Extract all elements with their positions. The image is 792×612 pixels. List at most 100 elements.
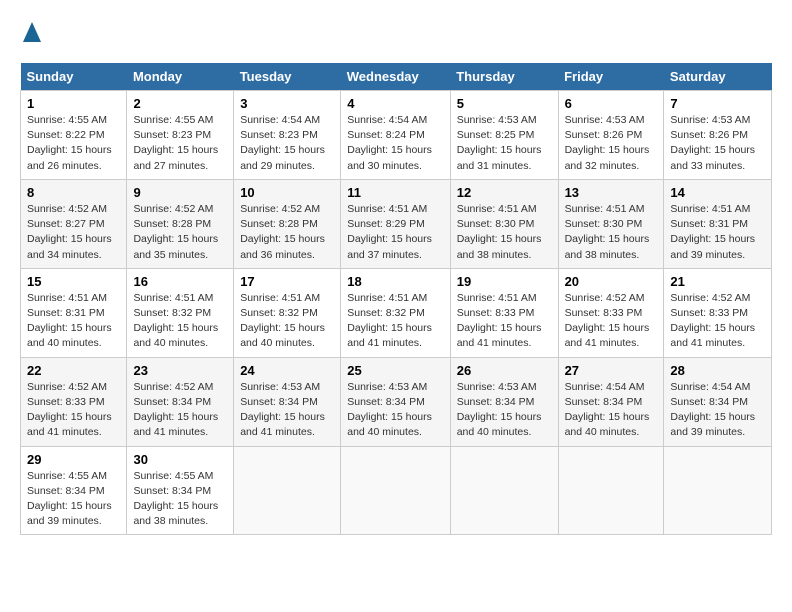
day-number: 7 [670,96,765,111]
day-number: 28 [670,363,765,378]
day-number: 6 [565,96,658,111]
calendar-cell: 22 Sunrise: 4:52 AMSunset: 8:33 PMDayligh… [21,357,127,446]
day-info: Sunrise: 4:51 AMSunset: 8:30 PMDaylight:… [565,202,658,263]
calendar-cell: 9Sunrise: 4:52 AMSunset: 8:28 PMDaylight… [127,179,234,268]
calendar-cell: 21Sunrise: 4:52 AMSunset: 8:33 PMDayligh… [664,268,772,357]
calendar-cell: 2 Sunrise: 4:55 AMSunset: 8:23 PMDaylight… [127,91,234,180]
calendar-cell [450,446,558,535]
day-number: 8 [27,185,120,200]
calendar-cell: 14 Sunrise: 4:51 AMSunset: 8:31 PMDayligh… [664,179,772,268]
day-number: 17 [240,274,334,289]
day-number: 11 [347,185,443,200]
calendar-cell: 6Sunrise: 4:53 AMSunset: 8:26 PMDaylight… [558,91,664,180]
day-number: 20 [565,274,658,289]
calendar-cell: 15Sunrise: 4:51 AMSunset: 8:31 PMDayligh… [21,268,127,357]
day-info: Sunrise: 4:53 AMSunset: 8:34 PMDaylight:… [347,380,443,441]
calendar-week-row: 22 Sunrise: 4:52 AMSunset: 8:33 PMDayligh… [21,357,772,446]
day-info: Sunrise: 4:54 AMSunset: 8:23 PMDaylight:… [240,113,334,174]
day-number: 29 [27,452,120,467]
calendar-cell: 30Sunrise: 4:55 AMSunset: 8:34 PMDayligh… [127,446,234,535]
calendar-cell [664,446,772,535]
day-info: Sunrise: 4:53 AMSunset: 8:26 PMDaylight:… [670,113,765,174]
calendar-cell: 24 Sunrise: 4:53 AMSunset: 8:34 PMDayligh… [234,357,341,446]
day-of-week-monday: Monday [127,63,234,91]
day-info: Sunrise: 4:52 AMSunset: 8:34 PMDaylight:… [133,380,227,441]
day-number: 21 [670,274,765,289]
calendar-table: SundayMondayTuesdayWednesdayThursdayFrid… [20,63,772,535]
day-number: 16 [133,274,227,289]
calendar-cell: 18 Sunrise: 4:51 AMSunset: 8:32 PMDayligh… [341,268,450,357]
calendar-week-row: 8 Sunrise: 4:52 AMSunset: 8:27 PMDaylight… [21,179,772,268]
day-info: Sunrise: 4:53 AMSunset: 8:25 PMDaylight:… [457,113,552,174]
calendar-cell: 7 Sunrise: 4:53 AMSunset: 8:26 PMDaylight… [664,91,772,180]
day-number: 18 [347,274,443,289]
day-number: 14 [670,185,765,200]
day-number: 24 [240,363,334,378]
day-info: Sunrise: 4:54 AMSunset: 8:34 PMDaylight:… [670,380,765,441]
calendar-cell: 27 Sunrise: 4:54 AMSunset: 8:34 PMDayligh… [558,357,664,446]
calendar-cell: 23 Sunrise: 4:52 AMSunset: 8:34 PMDayligh… [127,357,234,446]
day-info: Sunrise: 4:55 AMSunset: 8:22 PMDaylight:… [27,113,120,174]
day-info: Sunrise: 4:51 AMSunset: 8:29 PMDaylight:… [347,202,443,263]
day-number: 26 [457,363,552,378]
calendar-cell: 20 Sunrise: 4:52 AMSunset: 8:33 PMDayligh… [558,268,664,357]
day-number: 30 [133,452,227,467]
calendar-cell: 10 Sunrise: 4:52 AMSunset: 8:28 PMDayligh… [234,179,341,268]
day-info: Sunrise: 4:52 AMSunset: 8:27 PMDaylight:… [27,202,120,263]
day-info: Sunrise: 4:51 AMSunset: 8:33 PMDaylight:… [457,291,552,352]
calendar-cell: 28 Sunrise: 4:54 AMSunset: 8:34 PMDayligh… [664,357,772,446]
day-info: Sunrise: 4:51 AMSunset: 8:32 PMDaylight:… [240,291,334,352]
day-info: Sunrise: 4:55 AMSunset: 8:23 PMDaylight:… [133,113,227,174]
day-of-week-sunday: Sunday [21,63,127,91]
day-info: Sunrise: 4:54 AMSunset: 8:24 PMDaylight:… [347,113,443,174]
calendar-cell: 5 Sunrise: 4:53 AMSunset: 8:25 PMDaylight… [450,91,558,180]
calendar-week-row: 1 Sunrise: 4:55 AMSunset: 8:22 PMDaylight… [21,91,772,180]
calendar-cell: 26 Sunrise: 4:53 AMSunset: 8:34 PMDayligh… [450,357,558,446]
calendar-cell: 25Sunrise: 4:53 AMSunset: 8:34 PMDayligh… [341,357,450,446]
day-number: 9 [133,185,227,200]
day-of-week-saturday: Saturday [664,63,772,91]
calendar-cell: 29Sunrise: 4:55 AMSunset: 8:34 PMDayligh… [21,446,127,535]
day-number: 23 [133,363,227,378]
day-info: Sunrise: 4:51 AMSunset: 8:32 PMDaylight:… [347,291,443,352]
day-info: Sunrise: 4:51 AMSunset: 8:31 PMDaylight:… [670,202,765,263]
calendar-week-row: 15Sunrise: 4:51 AMSunset: 8:31 PMDayligh… [21,268,772,357]
day-number: 15 [27,274,120,289]
day-number: 4 [347,96,443,111]
day-info: Sunrise: 4:54 AMSunset: 8:34 PMDaylight:… [565,380,658,441]
day-info: Sunrise: 4:53 AMSunset: 8:34 PMDaylight:… [457,380,552,441]
calendar-cell: 8 Sunrise: 4:52 AMSunset: 8:27 PMDaylight… [21,179,127,268]
day-number: 22 [27,363,120,378]
day-number: 13 [565,185,658,200]
calendar-week-row: 29Sunrise: 4:55 AMSunset: 8:34 PMDayligh… [21,446,772,535]
calendar-cell [341,446,450,535]
day-of-week-friday: Friday [558,63,664,91]
calendar-cell: 1 Sunrise: 4:55 AMSunset: 8:22 PMDaylight… [21,91,127,180]
day-of-week-wednesday: Wednesday [341,63,450,91]
day-number: 5 [457,96,552,111]
day-info: Sunrise: 4:52 AMSunset: 8:33 PMDaylight:… [27,380,120,441]
day-number: 27 [565,363,658,378]
page-header [20,20,772,47]
calendar-cell [558,446,664,535]
calendar-cell: 3 Sunrise: 4:54 AMSunset: 8:23 PMDaylight… [234,91,341,180]
logo-triangle-icon [23,22,41,47]
logo [20,20,41,47]
day-info: Sunrise: 4:53 AMSunset: 8:34 PMDaylight:… [240,380,334,441]
day-number: 1 [27,96,120,111]
calendar-header-row: SundayMondayTuesdayWednesdayThursdayFrid… [21,63,772,91]
day-info: Sunrise: 4:51 AMSunset: 8:30 PMDaylight:… [457,202,552,263]
calendar-cell: 11 Sunrise: 4:51 AMSunset: 8:29 PMDayligh… [341,179,450,268]
calendar-cell: 19 Sunrise: 4:51 AMSunset: 8:33 PMDayligh… [450,268,558,357]
day-number: 3 [240,96,334,111]
calendar-cell: 4 Sunrise: 4:54 AMSunset: 8:24 PMDaylight… [341,91,450,180]
day-number: 2 [133,96,227,111]
day-number: 10 [240,185,334,200]
day-of-week-thursday: Thursday [450,63,558,91]
day-info: Sunrise: 4:52 AMSunset: 8:33 PMDaylight:… [565,291,658,352]
day-info: Sunrise: 4:52 AMSunset: 8:28 PMDaylight:… [240,202,334,263]
day-number: 19 [457,274,552,289]
day-info: Sunrise: 4:51 AMSunset: 8:32 PMDaylight:… [133,291,227,352]
calendar-cell [234,446,341,535]
calendar-cell: 17 Sunrise: 4:51 AMSunset: 8:32 PMDayligh… [234,268,341,357]
